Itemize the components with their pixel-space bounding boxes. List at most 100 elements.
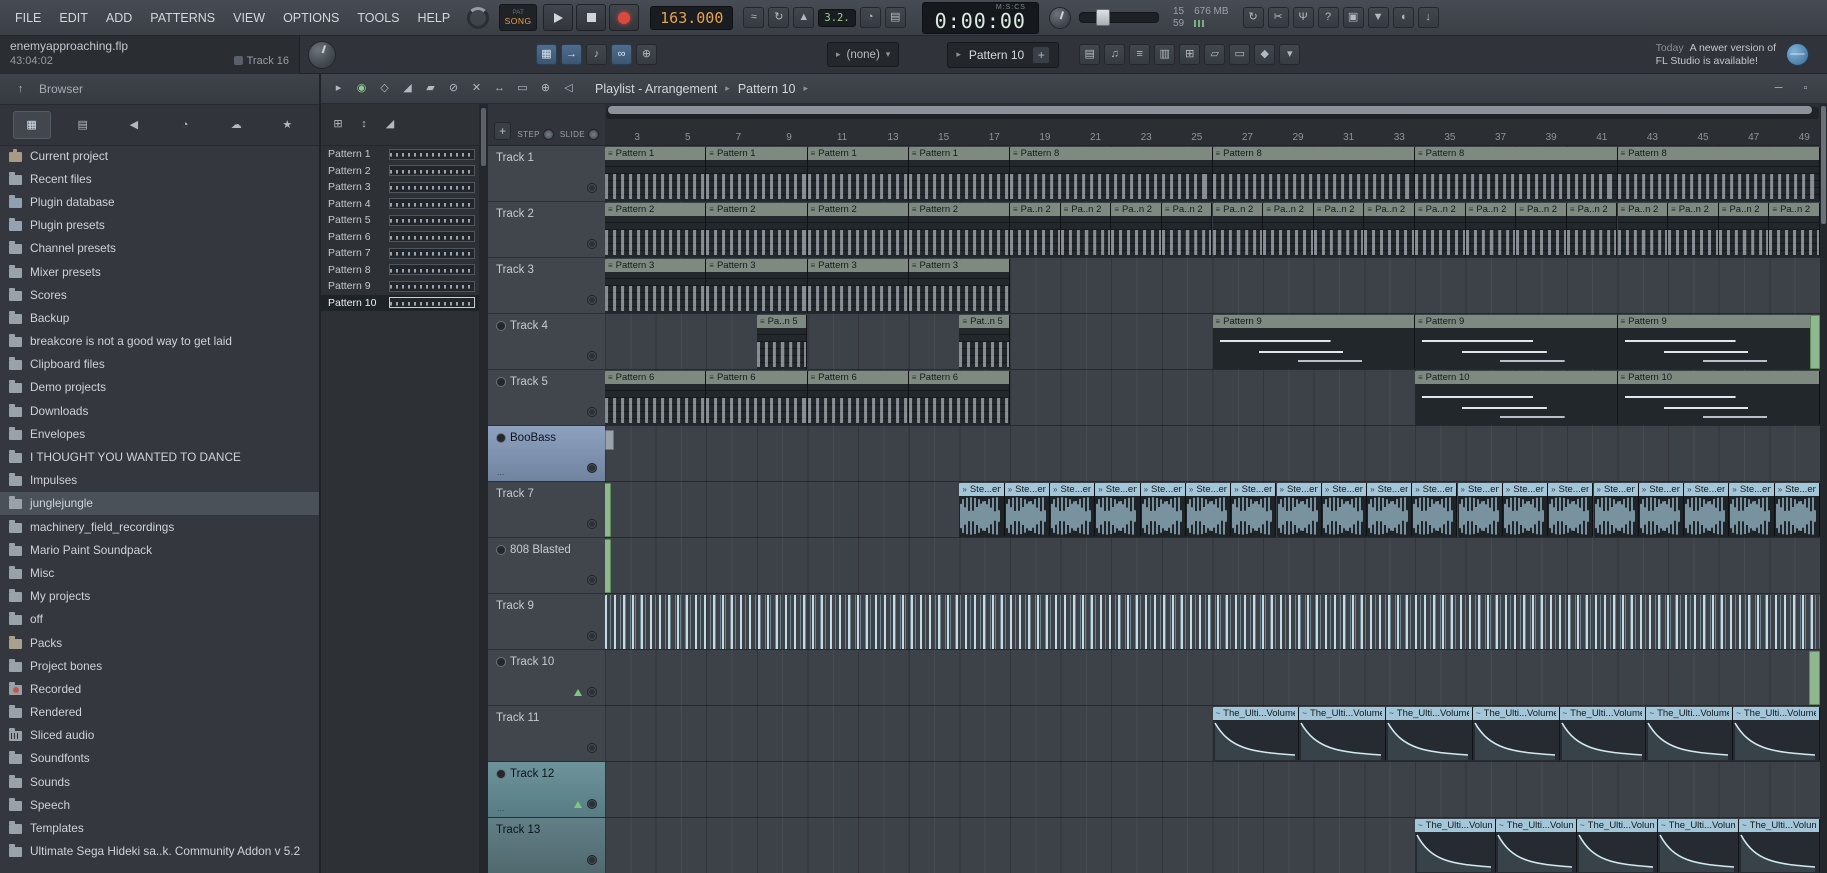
add-pattern-button[interactable]: + (1032, 45, 1051, 64)
pattern-row-pattern-6[interactable]: Pattern 6 (321, 229, 479, 246)
clip-the-ulti-volume[interactable]: ~The_Ulti...Volume (1473, 707, 1560, 761)
loop-record-icon[interactable] (768, 7, 790, 28)
export-icon[interactable] (1367, 7, 1389, 28)
browser-item-envelopes[interactable]: Envelopes (0, 422, 319, 445)
plugins-icon[interactable] (12, 111, 51, 139)
draw2-icon[interactable] (381, 116, 399, 134)
clip-pattern-2[interactable]: ≡ Pattern 2 (706, 203, 808, 257)
clip-ste-en[interactable]: » Ste...en (1185, 483, 1232, 537)
menu-patterns[interactable]: PATTERNS (141, 1, 224, 35)
track-header-track-4[interactable]: Track 4 (488, 314, 605, 370)
browser-item-channel-presets[interactable]: Channel presets (0, 237, 319, 260)
plugin-picker-icon[interactable] (1179, 44, 1201, 65)
menu-options[interactable]: OPTIONS (274, 1, 348, 35)
favorites-icon[interactable] (268, 111, 306, 139)
playlist-icon[interactable] (536, 44, 557, 65)
track-mode-icon[interactable] (496, 769, 506, 779)
clip-pattern-8[interactable]: ≡ Pattern 8 (1010, 147, 1213, 201)
playlist-v-scrollbar[interactable] (1820, 104, 1827, 873)
clip-pattern-10[interactable]: ≡ Pattern 10 (1415, 371, 1618, 425)
pattern-selector[interactable]: ▸ Pattern 10 + (947, 41, 1060, 68)
clip-the-ulti-volume[interactable]: ~The_Ulti...Volume (1386, 707, 1473, 761)
clip-ste-en[interactable]: » Ste...en (1321, 483, 1368, 537)
pattern-row-pattern-7[interactable]: Pattern 7 (321, 245, 479, 262)
clip-pattern-2[interactable]: ≡ Pattern 2 (807, 203, 909, 257)
countdown-icon[interactable] (859, 7, 881, 28)
clip-pattern-8[interactable]: ≡ Pattern 8 (1617, 147, 1820, 201)
metronome-icon[interactable] (793, 7, 815, 28)
v-scroll-thumb[interactable] (1821, 106, 1826, 224)
clip-pa-n-2[interactable]: ≡ Pa..n 2 (1111, 203, 1162, 257)
track-mode-icon[interactable] (496, 545, 506, 555)
clip-ste-en[interactable]: » Ste...en (1276, 483, 1322, 537)
clip-pattern-1[interactable]: ≡ Pattern 1 (605, 147, 707, 201)
clip-pattern-6[interactable]: ≡ Pattern 6 (605, 371, 707, 425)
clip-pa-n-2[interactable]: ≡ Pa..n 2 (1769, 203, 1820, 257)
browser-item-machinery-field-recordings[interactable]: machinery_field_recordings (0, 515, 319, 538)
track-header-track-11[interactable]: Track 11 (488, 706, 605, 762)
tools-icon[interactable] (1254, 44, 1276, 65)
pattern-row-pattern-5[interactable]: Pattern 5 (321, 212, 479, 229)
browser-item-downloads[interactable]: Downloads (0, 399, 319, 422)
tempo-display[interactable]: 163.000 (650, 5, 734, 30)
menu-edit[interactable]: EDIT (50, 1, 96, 35)
preview-icon[interactable] (559, 79, 578, 98)
clip-ste-en[interactable]: » Ste...en (1684, 483, 1730, 537)
clip-pa-n-2[interactable]: ≡ Pa..n 2 (1415, 203, 1466, 257)
clip-pattern-1[interactable]: ≡ Pattern 1 (908, 147, 1011, 201)
quantizer-icon[interactable] (1129, 44, 1151, 65)
clip-ste-en[interactable]: » Ste...en (1231, 483, 1277, 537)
pattern-panel-scrollbar[interactable] (479, 104, 488, 873)
browser-item-sounds[interactable]: Sounds (0, 770, 319, 793)
browser-item-mario-paint-soundpack[interactable]: Mario Paint Soundpack (0, 538, 319, 561)
record-arm-icon[interactable] (587, 687, 597, 697)
clip-pattern-3[interactable]: ≡ Pattern 3 (605, 259, 707, 313)
clip-pa-n-2[interactable]: ≡ Pa..n 2 (1668, 203, 1719, 257)
track-header-track-7[interactable]: Track 7 (488, 482, 605, 538)
browser-item-scores[interactable]: Scores (0, 283, 319, 306)
clip-pattern-3[interactable]: ≡ Pattern 3 (807, 259, 909, 313)
track-mode-icon[interactable] (496, 433, 506, 443)
download-icon[interactable] (1417, 7, 1439, 28)
overdub-icon[interactable] (743, 7, 765, 28)
record-arm-icon[interactable] (587, 631, 597, 641)
sounds-icon[interactable] (115, 111, 153, 139)
clip-the-ulti-volume[interactable]: ~The_Ulti...Volume (1646, 707, 1734, 761)
clip-pattern-6[interactable]: ≡ Pattern 6 (908, 371, 1011, 425)
dropdown-caret-icon[interactable]: ▾ (886, 49, 891, 60)
record-arm-icon[interactable] (587, 799, 597, 809)
browser-item-current-project[interactable]: Current project (0, 144, 319, 167)
browser-item-project-bones[interactable]: Project bones (0, 654, 319, 677)
update-notification[interactable]: Today A newer version of FL Studio is ava… (1656, 42, 1776, 68)
audio-sliver-clip[interactable] (605, 483, 612, 537)
track-mode-icon[interactable] (496, 377, 506, 387)
clip-ste-en[interactable]: » Ste...en (1004, 483, 1050, 537)
time-display-panel[interactable]: M:S:CS 0:00:00 (921, 1, 1039, 34)
clip-pa-n-2[interactable]: ≡ Pa..n 2 (1516, 203, 1567, 257)
mic-icon[interactable] (1292, 7, 1314, 28)
clip-pa-n-2[interactable]: ≡ Pa..n 2 (1617, 203, 1669, 257)
track-header-track-12[interactable]: Track 12... (488, 762, 605, 818)
pattern-row-pattern-8[interactable]: Pattern 8 (321, 262, 479, 279)
clip-pattern-9[interactable]: ≡ Pattern 9 (1212, 315, 1415, 369)
clip-pattern-2[interactable]: ≡ Pattern 2 (605, 203, 707, 257)
clip-pa-n-2[interactable]: ≡ Pa..n 2 (1060, 203, 1112, 257)
clip-pattern-6[interactable]: ≡ Pattern 6 (807, 371, 909, 425)
clip-the-ulti-volume[interactable]: ~The_Ulti...Volume (1733, 707, 1820, 761)
pattern-row-pattern-1[interactable]: Pattern 1 (321, 146, 479, 163)
pattern-row-pattern-3[interactable]: Pattern 3 (321, 179, 479, 196)
browser-item-junglejungle[interactable]: junglejungle (0, 491, 319, 515)
files-icon[interactable] (64, 111, 102, 139)
track-header-track-9[interactable]: Track 9 (488, 594, 605, 650)
clip-ste-en[interactable]: » Ste...en (1095, 483, 1141, 537)
pattern-scroll-thumb[interactable] (481, 108, 486, 166)
record-arm-icon[interactable] (587, 351, 597, 361)
clip-pattern-9[interactable]: ≡ Pattern 9 (1617, 315, 1820, 369)
recording-filter-dropdown[interactable]: ▸ (none) ▾ (827, 42, 900, 67)
clip-pa-n-2[interactable]: ≡ Pa..n 2 (1161, 203, 1213, 257)
audio-sliver-clip[interactable] (1808, 651, 1820, 705)
track-header-track-5[interactable]: Track 5 (488, 370, 605, 426)
clip-pattern-1[interactable]: ≡ Pattern 1 (706, 147, 808, 201)
audio-sliver-clip[interactable] (1809, 315, 1820, 369)
play-button[interactable] (543, 4, 574, 31)
